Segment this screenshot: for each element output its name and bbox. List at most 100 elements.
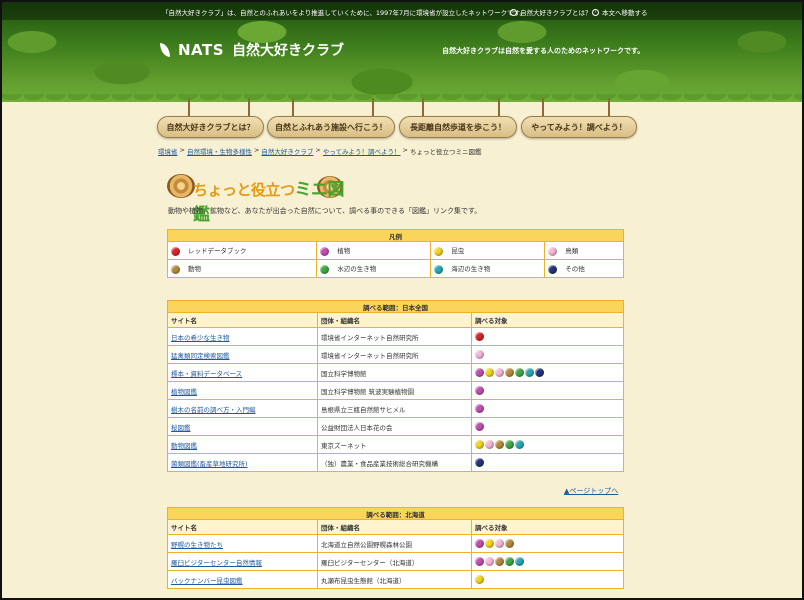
target-categories-cell <box>471 327 624 346</box>
organization-cell: 島根県立三瓶自然館サヒメル <box>317 399 472 418</box>
category-dot-icon <box>505 440 514 449</box>
skip-to-content-label: 本文へ移動する <box>602 9 648 17</box>
breadcrumb-link[interactable]: 自然大好きクラブ <box>261 146 313 156</box>
legend-item: 海辺の生き物 <box>430 259 546 278</box>
site-link[interactable]: 植物図鑑 <box>171 388 197 396</box>
category-dot-icon <box>548 246 558 256</box>
column-header: 調べる対象 <box>471 312 624 328</box>
legend-table: 凡例 レッドデータブック 植物 昆虫 鳥類 動物 水辺の生き物 海辺の生き物 その他 <box>166 229 624 278</box>
organization-cell: 東京ズーネット <box>317 435 472 454</box>
target-categories-cell <box>471 435 624 454</box>
legend-label: 鳥類 <box>565 247 579 256</box>
legend-item: 植物 <box>316 241 432 260</box>
category-dot-icon <box>495 368 504 377</box>
category-dot-icon <box>475 368 484 377</box>
category-dot-icon <box>495 539 504 548</box>
site-link[interactable]: 動物図鑑 <box>171 442 197 450</box>
page-top-link[interactable]: ▲ページトップへ <box>564 486 618 496</box>
organization-cell: （独）農業・食品産業技術総合研究機構 <box>317 453 472 472</box>
legend-label: 海辺の生き物 <box>451 265 491 274</box>
about-club-link-label: 自然大好きクラブとは？ <box>520 9 592 17</box>
page-title-text: ちょっと役立つミニ図鑑 <box>193 175 357 225</box>
sign-rope <box>188 98 190 116</box>
links-table-hokkaido: 調べる範囲：北海道 サイト名 団体・組織名 調べる対象 野幌の生き物たち 北海道立… <box>167 507 624 589</box>
site-link[interactable]: 野幌の生き物たち <box>171 541 223 549</box>
table-caption: 調べる範囲：日本全国 <box>167 300 624 313</box>
legend-item: 水辺の生き物 <box>316 259 432 278</box>
nav-lets-research[interactable]: やってみよう！調べよう！ <box>521 116 637 138</box>
category-dot-icon <box>525 368 534 377</box>
category-dot-icon <box>171 246 180 256</box>
legend-label: その他 <box>565 265 585 274</box>
legend-label: 水辺の生き物 <box>337 265 377 274</box>
breadcrumb-link[interactable]: 環境省 <box>158 146 178 156</box>
breadcrumb: 環境省 > 自然環境・生物多様性 > 自然大好きクラブ > やってみよう！調べよ… <box>158 146 482 156</box>
site-link[interactable]: 猛禽類同定検索図鑑 <box>171 352 230 360</box>
arrow-circle-icon: › <box>592 8 599 16</box>
nav-nature-facilities[interactable]: 自然とふれあう施設へ行こう！ <box>267 116 395 138</box>
site-link[interactable]: 標本・資料データベース <box>171 370 242 378</box>
site-logo[interactable]: NATS 自然大好きクラブ <box>160 40 344 60</box>
target-categories-cell <box>471 534 624 553</box>
category-dot-icon <box>548 264 558 274</box>
page-title: ちょっと役立つミニ図鑑 <box>167 169 357 225</box>
arrow-circle-icon: › <box>510 8 517 16</box>
links-table-nationwide: 調べる範囲：日本全国 サイト名 団体・組織名 調べる対象 日本の希少な生き物 環境… <box>167 300 624 472</box>
category-dot-icon <box>515 368 524 377</box>
table-row: 標本・資料データベース 国立科学博物館 <box>167 363 624 382</box>
page: 「自然大好きクラブ」は、自然とのふれあいをより推進していくために、1997年7月… <box>2 2 802 598</box>
table-row: 羅臼ビジターセンター自然情報 羅臼ビジターセンター（北海道） <box>167 552 624 571</box>
breadcrumb-link[interactable]: 自然環境・生物多様性 <box>187 146 252 156</box>
site-cell: 桜図鑑 <box>167 417 318 436</box>
site-link[interactable]: 樹木の名前の調べ方・入門編 <box>171 406 256 414</box>
organization-cell: 北海道立自然公園野幌森林公園 <box>317 534 472 553</box>
nav-about-club[interactable]: 自然大好きクラブとは？ <box>157 116 264 138</box>
about-club-link[interactable]: › 自然大好きクラブとは？ <box>510 7 592 17</box>
column-header: 調べる対象 <box>471 519 624 535</box>
category-dot-icon <box>320 264 330 274</box>
site-link[interactable]: 菌類図鑑(畜産草地研究所) <box>171 460 248 468</box>
category-dot-icon <box>515 440 524 449</box>
site-cell: 動物図鑑 <box>167 435 318 454</box>
site-link[interactable]: バックナンバー昆虫図鑑 <box>171 577 243 585</box>
nav-long-trails[interactable]: 長距離自然歩道を歩こう！ <box>399 116 517 138</box>
legend-item: 昆虫 <box>430 241 546 260</box>
site-cell: 菌類図鑑(畜産草地研究所) <box>167 453 318 472</box>
site-link[interactable]: 日本の希少な生き物 <box>171 334 230 342</box>
column-header: サイト名 <box>167 312 318 328</box>
legend-item: 動物 <box>166 259 318 278</box>
legend-caption: 凡例 <box>167 229 624 242</box>
column-header: 団体・組織名 <box>317 519 472 535</box>
organization-cell: 国立科学博物館 筑波実験植物園 <box>317 381 472 400</box>
sign-rope <box>372 98 374 116</box>
intro-text: 動物や植物、鉱物など、あなたが出会った自然について、調べる事のできる「図鑑」リン… <box>168 207 482 215</box>
breadcrumb-link[interactable]: やってみよう！調べよう！ <box>323 146 401 156</box>
target-categories-cell <box>471 381 624 400</box>
top-bar: 「自然大好きクラブ」は、自然とのふれあいをより推進していくために、1997年7月… <box>2 2 802 20</box>
category-dot-icon <box>475 575 484 584</box>
table-row: 日本の希少な生き物 環境省インターネット自然研究所 <box>167 327 624 346</box>
skip-to-content-link[interactable]: › 本文へ移動する <box>592 7 648 17</box>
page-title-small: ちょっと役立つ <box>193 181 295 199</box>
site-link[interactable]: 桜図鑑 <box>171 424 191 432</box>
category-dot-icon <box>485 557 494 566</box>
site-title: 自然大好きクラブ <box>232 43 345 59</box>
category-dot-icon <box>485 539 494 548</box>
category-dot-icon <box>505 557 514 566</box>
table-row: 動物図鑑 東京ズーネット <box>167 435 624 454</box>
legend-label: レッドデータブック <box>188 247 247 256</box>
table-header-row: サイト名 団体・組織名 調べる対象 <box>167 312 624 328</box>
site-link[interactable]: 羅臼ビジターセンター自然情報 <box>171 559 262 567</box>
sign-rope <box>608 98 610 116</box>
target-categories-cell <box>471 399 624 418</box>
organization-cell: 公益財団法人日本花の会 <box>317 417 472 436</box>
column-header: 団体・組織名 <box>317 312 472 328</box>
site-cell: 標本・資料データベース <box>167 363 318 382</box>
legend-label: 動物 <box>188 265 201 274</box>
category-dot-icon <box>475 386 484 395</box>
log-icon <box>167 174 195 198</box>
sign-rope <box>292 98 294 116</box>
table-header-row: サイト名 団体・組織名 調べる対象 <box>167 519 624 535</box>
category-dot-icon <box>434 264 444 274</box>
category-dot-icon <box>475 539 484 548</box>
